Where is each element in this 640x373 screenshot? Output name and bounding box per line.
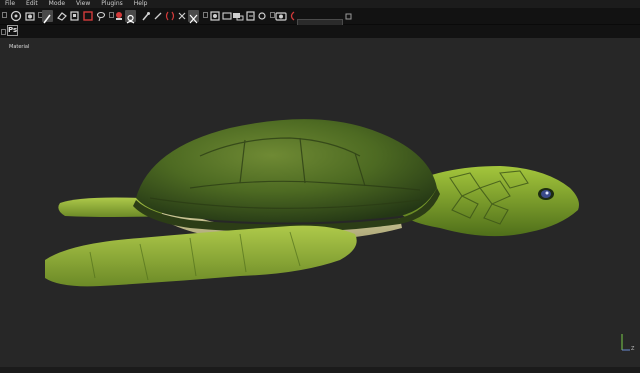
square-color-icon[interactable]: [82, 10, 94, 22]
light-icon[interactable]: [256, 10, 268, 22]
slider-grip-icon[interactable]: [345, 10, 353, 22]
menu-mode[interactable]: Mode: [44, 0, 71, 8]
turtle-shell: [136, 119, 437, 223]
toolbar-grip-icon[interactable]: [203, 12, 208, 18]
menu-help[interactable]: Help: [129, 0, 154, 8]
photoshop-button[interactable]: Ps: [7, 25, 18, 36]
turtle-model: [45, 119, 630, 351]
menu-view[interactable]: View: [71, 0, 96, 8]
menu-bar: File Edit Mode View Plugins Help: [0, 0, 640, 8]
brush-tool-selected[interactable]: [42, 10, 53, 24]
viewport-icon[interactable]: [209, 10, 221, 22]
projection-icon[interactable]: [69, 10, 81, 22]
eyedropper-icon[interactable]: [140, 10, 152, 22]
align-icon: [189, 14, 198, 24]
toolbar-grip-icon[interactable]: [1, 29, 6, 35]
menu-file[interactable]: File: [0, 0, 21, 8]
eraser-icon[interactable]: [56, 10, 68, 22]
main-toolbar: [0, 8, 640, 28]
front-flipper: [45, 225, 357, 287]
camera-icon[interactable]: [24, 10, 36, 22]
align-tool-selected[interactable]: [188, 10, 199, 24]
viewport-label: Material: [9, 44, 30, 50]
mask-tool-selected[interactable]: [125, 10, 136, 24]
menu-edit[interactable]: Edit: [21, 0, 44, 8]
3d-viewport[interactable]: [0, 38, 640, 367]
pen-icon[interactable]: [152, 10, 164, 22]
toolbar-grip-icon[interactable]: [2, 12, 7, 18]
secondary-toolbar: [0, 25, 640, 38]
symmetry-icon[interactable]: [164, 10, 176, 22]
axis-gizmo: [621, 334, 630, 351]
display-icon[interactable]: [232, 10, 244, 22]
brush-icon: [43, 14, 51, 24]
mask-icon: [126, 14, 135, 24]
smudge-icon[interactable]: [113, 10, 125, 22]
lasso-icon[interactable]: [95, 10, 107, 22]
status-bar: [0, 367, 640, 373]
cross-icon[interactable]: [176, 10, 188, 22]
transform-icon[interactable]: [10, 10, 22, 22]
menu-plugins[interactable]: Plugins: [96, 0, 129, 8]
axis-label: Z: [631, 346, 635, 352]
